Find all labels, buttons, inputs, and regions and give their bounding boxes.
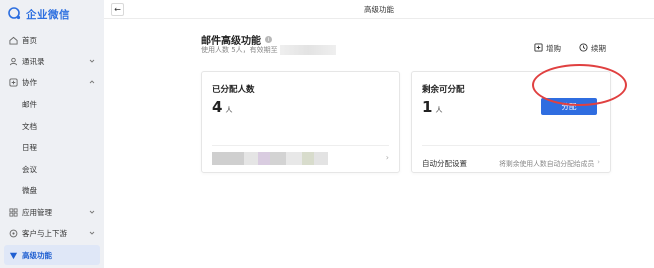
buy-more-label: 增购 bbox=[546, 44, 561, 53]
divider bbox=[422, 145, 600, 146]
sidebar-item-label: 会议 bbox=[22, 164, 37, 174]
apps-icon bbox=[8, 207, 18, 217]
assigned-members-row[interactable]: › bbox=[212, 151, 389, 165]
remaining-title: 剩余可分配 bbox=[422, 85, 465, 95]
redacted-avatar bbox=[302, 151, 314, 165]
sidebar-item-label: 邮件 bbox=[22, 99, 37, 109]
customer-icon bbox=[8, 228, 18, 238]
redacted-avatar bbox=[244, 151, 258, 165]
redacted-date bbox=[279, 45, 336, 55]
assigned-card: 已分配人数 4 人 › bbox=[201, 71, 400, 173]
assigned-count: 4 bbox=[212, 98, 223, 116]
assigned-count-row: 4 人 bbox=[212, 98, 232, 116]
advanced-icon bbox=[8, 250, 18, 260]
clock-icon bbox=[579, 43, 588, 54]
feature-subtitle-row: 使用人数 5人，有效期至 bbox=[201, 45, 336, 55]
highlight-annotation bbox=[532, 64, 627, 106]
sidebar-item-label: 首页 bbox=[22, 35, 37, 45]
add-box-icon bbox=[534, 43, 543, 54]
sidebar-item-meeting[interactable]: 会议 bbox=[0, 159, 104, 179]
main-panel: ← 高级功能 邮件高级功能 i 使用人数 5人，有效期至 增购 续期 已分配人数 bbox=[104, 0, 654, 268]
wecom-logo-icon bbox=[8, 7, 22, 21]
chevron-down-icon bbox=[89, 57, 95, 63]
content-area: 邮件高级功能 i 使用人数 5人，有效期至 增购 续期 已分配人数 4 人 › … bbox=[201, 19, 611, 268]
app-name: 企业微信 bbox=[26, 8, 70, 21]
sidebar-item-advanced[interactable]: 高级功能 bbox=[4, 245, 100, 265]
remaining-count-row: 1 人 bbox=[422, 98, 442, 116]
chevron-down-icon bbox=[89, 208, 95, 214]
home-icon bbox=[8, 35, 18, 45]
assigned-title: 已分配人数 bbox=[212, 85, 255, 95]
sidebar-item-label: 微盘 bbox=[22, 185, 37, 195]
chevron-down-icon bbox=[89, 229, 95, 235]
chevron-right-icon: › bbox=[597, 158, 600, 166]
redacted-avatar bbox=[270, 151, 286, 165]
auto-assign-label: 自动分配设置 bbox=[422, 159, 467, 168]
sidebar-item-docs[interactable]: 文档 bbox=[0, 116, 104, 136]
sidebar-item-contacts[interactable]: 通讯录 bbox=[0, 51, 104, 71]
contacts-icon bbox=[8, 56, 18, 66]
info-icon[interactable]: i bbox=[265, 36, 272, 43]
feature-subtitle: 使用人数 5人，有效期至 bbox=[201, 46, 278, 54]
auto-assign-desc: 将剩余使用人数自动分配给成员 bbox=[499, 160, 595, 168]
remaining-count: 1 bbox=[422, 98, 433, 116]
app-logo[interactable]: 企业微信 bbox=[0, 0, 104, 28]
collab-icon bbox=[8, 77, 18, 87]
sidebar-item-customers[interactable]: 客户与上下游 bbox=[0, 223, 104, 243]
sidebar-item-label: 通讯录 bbox=[22, 56, 45, 66]
sidebar-item-label: 应用管理 bbox=[22, 207, 52, 217]
sidebar-item-collab[interactable]: 协作 bbox=[0, 72, 104, 92]
redacted-avatar bbox=[258, 151, 270, 165]
assigned-unit: 人 bbox=[225, 106, 233, 114]
auto-assign-setting[interactable]: 将剩余使用人数自动分配给成员 › bbox=[499, 158, 600, 168]
redacted-avatar bbox=[314, 151, 328, 165]
redacted-avatar bbox=[212, 151, 244, 165]
sidebar-item-drive[interactable]: 微盘 bbox=[0, 180, 104, 200]
sidebar-item-label: 协作 bbox=[22, 77, 37, 87]
sidebar-item-label: 文档 bbox=[22, 121, 37, 131]
sidebar-item-label: 客户与上下游 bbox=[22, 228, 67, 238]
divider bbox=[212, 145, 389, 146]
sidebar: 企业微信 首页 通讯录 协作 邮件 文档 日程 会议 微盘 应用管理 客户与上下… bbox=[0, 0, 104, 268]
chevron-right-icon: › bbox=[385, 153, 389, 162]
redacted-avatar bbox=[286, 151, 302, 165]
top-bar: ← 高级功能 bbox=[104, 0, 654, 19]
sidebar-item-label: 日程 bbox=[22, 142, 37, 152]
renew-label: 续期 bbox=[591, 44, 606, 53]
sidebar-item-home[interactable]: 首页 bbox=[0, 30, 104, 50]
sidebar-item-apps[interactable]: 应用管理 bbox=[0, 202, 104, 222]
remaining-unit: 人 bbox=[435, 106, 443, 114]
sidebar-item-label: 高级功能 bbox=[22, 250, 52, 260]
sidebar-item-calendar[interactable]: 日程 bbox=[0, 137, 104, 157]
buy-more-button[interactable]: 增购 bbox=[534, 43, 561, 54]
page-title: 高级功能 bbox=[364, 5, 394, 14]
sidebar-item-mail[interactable]: 邮件 bbox=[0, 94, 104, 114]
chevron-up-icon bbox=[89, 78, 95, 84]
renew-button[interactable]: 续期 bbox=[579, 43, 606, 54]
